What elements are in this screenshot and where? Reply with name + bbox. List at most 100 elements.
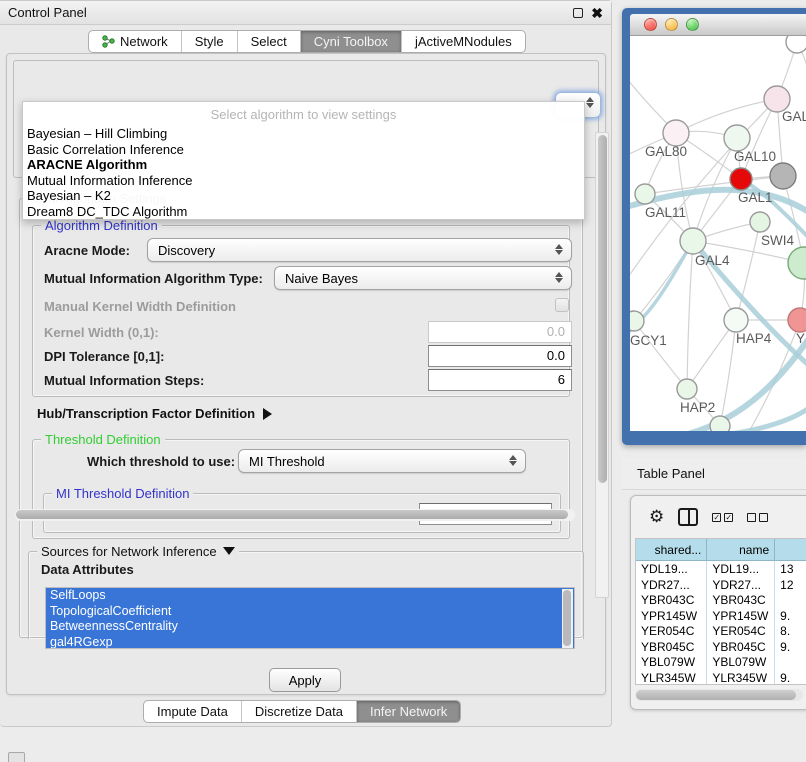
aracne-mode-label: Aracne Mode: xyxy=(44,243,130,258)
tab-discretize-data[interactable]: Discretize Data xyxy=(242,701,357,722)
network-node[interactable] xyxy=(788,247,806,279)
hub-transcription-section[interactable]: Hub/Transcription Factor Definition xyxy=(37,406,272,421)
cyni-algorithm-settings-group: Cyni Algorithm Settings Algorithm Defini… xyxy=(19,198,583,638)
table-cell: YDL19... xyxy=(636,561,707,577)
mi-threshold-definition-title: MI Threshold Definition xyxy=(52,486,193,501)
close-window-icon[interactable] xyxy=(644,18,657,31)
network-edge[interactable] xyxy=(687,241,693,389)
algorithm-option[interactable]: ARACNE Algorithm xyxy=(23,157,584,173)
network-node[interactable] xyxy=(730,168,752,190)
table-row[interactable]: YBL079WYBL079W xyxy=(636,654,806,670)
expand-arrow-icon[interactable] xyxy=(263,408,272,420)
data-attribute-item[interactable]: BetweennessCentrality xyxy=(46,619,574,635)
table-cell: 8. xyxy=(775,623,806,639)
aracne-mode-combobox[interactable]: Discovery xyxy=(147,238,572,262)
which-threshold-combobox[interactable]: MI Threshold xyxy=(238,449,526,473)
zoom-window-icon[interactable] xyxy=(686,18,699,31)
network-node-y[interactable] xyxy=(788,308,806,332)
panel-float-icon[interactable] xyxy=(8,752,25,762)
network-graph[interactable]: GALGAL80GAL10GAL1GAL11SWI4GAL4GCY1HAP4YH… xyxy=(630,36,806,431)
network-canvas[interactable]: GALGAL80GAL10GAL1GAL11SWI4GAL4GCY1HAP4YH… xyxy=(630,36,806,431)
algorithm-option[interactable]: Mutual Information Inference xyxy=(23,173,584,189)
algorithm-definition-group: Algorithm Definition Aracne Mode: Discov… xyxy=(32,225,570,397)
table-row[interactable]: YPR145WYPR145W9. xyxy=(636,608,806,624)
algorithm-option[interactable]: Bayesian – Hill Climbing xyxy=(23,126,584,142)
minimize-window-icon[interactable] xyxy=(665,18,678,31)
data-attribute-item[interactable]: TopologicalCoefficient xyxy=(46,604,574,620)
data-attribute-item[interactable]: gal4RGexp xyxy=(46,635,574,650)
table-cell: YDR27... xyxy=(707,577,775,593)
tab-network[interactable]: Network xyxy=(89,31,182,52)
network-node-label: GCY1 xyxy=(630,333,667,348)
mi-algorithm-type-label: Mutual Information Algorithm Type: xyxy=(44,271,263,286)
network-window-titlebar[interactable] xyxy=(630,14,806,36)
algorithm-option[interactable]: Dream8 DC_TDC Algorithm xyxy=(23,204,584,220)
tab-select[interactable]: Select xyxy=(238,31,301,52)
network-edge-highlighted[interactable] xyxy=(741,179,806,241)
table-row[interactable]: YER054CYER054C8. xyxy=(636,623,806,639)
table-header-cell[interactable]: A xyxy=(775,539,806,560)
close-panel-icon[interactable]: ✖ xyxy=(591,8,603,18)
collapse-arrow-icon[interactable] xyxy=(223,547,235,555)
table-row[interactable]: YDR27...YDR27...12 xyxy=(636,577,806,593)
table-row[interactable]: YDL19...YDL19...13 xyxy=(636,561,806,577)
network-node-gcy1[interactable] xyxy=(630,311,644,331)
table-header-cell[interactable]: shared... xyxy=(636,539,707,560)
network-node-gal1[interactable] xyxy=(770,163,796,189)
table-cell: YER054C xyxy=(636,623,707,639)
network-edge[interactable] xyxy=(676,99,777,133)
table-row[interactable]: YLR345WYLR345W9. xyxy=(636,670,806,686)
settings-vscrollbar[interactable] xyxy=(595,132,609,598)
network-node-swi4[interactable] xyxy=(750,212,770,232)
settings-hscrollbar[interactable] xyxy=(15,509,575,521)
data-attributes-list[interactable]: SelfLoopsTopologicalCoefficientBetweenne… xyxy=(45,587,575,649)
kernel-width-field[interactable]: 0.0 xyxy=(428,321,572,343)
network-node-gal10[interactable] xyxy=(724,125,750,151)
table-cell: 13 xyxy=(775,561,806,577)
table-row[interactable]: YBR045CYBR045C9. xyxy=(636,639,806,655)
algorithm-option[interactable]: Basic Correlation Inference xyxy=(23,142,584,158)
deselect-all-columns-icon[interactable] xyxy=(747,513,768,522)
network-node-label: GAL xyxy=(782,109,806,124)
manual-kernel-width-checkbox[interactable] xyxy=(555,298,569,312)
float-panel-icon[interactable] xyxy=(573,8,583,18)
network-node-gal4[interactable] xyxy=(680,228,706,254)
network-edge[interactable] xyxy=(720,320,736,426)
network-node-label: Y xyxy=(796,331,805,346)
table-header-cell[interactable]: name xyxy=(707,539,775,560)
network-node-gal80[interactable] xyxy=(663,120,689,146)
tab-style[interactable]: Style xyxy=(182,31,238,52)
mi-steps-field[interactable]: 6 xyxy=(428,369,572,391)
table-header-row: shared...nameA xyxy=(636,539,806,561)
select-all-columns-icon[interactable]: ✓✓ xyxy=(712,513,733,522)
columns-icon[interactable] xyxy=(678,508,698,526)
tab-jactivemnodules[interactable]: jActiveMNodules xyxy=(402,31,525,52)
control-panel-titlebar: Control Panel ✖ xyxy=(0,1,611,25)
gear-icon[interactable]: ⚙ xyxy=(649,507,664,527)
network-edge[interactable] xyxy=(634,321,687,389)
tab-impute-data[interactable]: Impute Data xyxy=(144,701,242,722)
table-row[interactable]: YBR043CYBR043C xyxy=(636,592,806,608)
table-hscrollbar[interactable] xyxy=(635,689,803,701)
network-icon xyxy=(102,35,115,48)
network-node[interactable] xyxy=(710,416,730,431)
kernel-width-label: Kernel Width (0,1): xyxy=(44,325,159,340)
dpi-tolerance-field[interactable]: 0.0 xyxy=(428,345,572,367)
network-node[interactable] xyxy=(786,36,806,53)
tab-cyni-toolbox[interactable]: Cyni Toolbox xyxy=(301,31,402,52)
algorithm-option[interactable]: Bayesian – K2 xyxy=(23,188,584,204)
attributes-scrollbar[interactable] xyxy=(562,589,573,649)
network-node-label: GAL4 xyxy=(695,253,730,268)
data-attribute-item[interactable]: SelfLoops xyxy=(46,588,574,604)
tab-infer-network[interactable]: Infer Network xyxy=(357,701,460,722)
table-panel-window: ⚙ ✓✓ shared...nameAYDL19...YDL19...13YDR… xyxy=(630,495,806,710)
algorithm-placeholder: Select algorithm to view settings xyxy=(23,102,584,126)
network-node-hap4[interactable] xyxy=(724,308,748,332)
apply-button[interactable]: Apply xyxy=(269,668,341,692)
network-node-label: GAL80 xyxy=(645,144,687,159)
network-node-gal11[interactable] xyxy=(635,184,655,204)
network-node-hap2[interactable] xyxy=(677,379,697,399)
mi-algorithm-type-combobox[interactable]: Naive Bayes xyxy=(274,266,572,290)
node-table[interactable]: shared...nameAYDL19...YDL19...13YDR27...… xyxy=(635,538,806,685)
mi-steps-label: Mutual Information Steps: xyxy=(44,373,204,388)
